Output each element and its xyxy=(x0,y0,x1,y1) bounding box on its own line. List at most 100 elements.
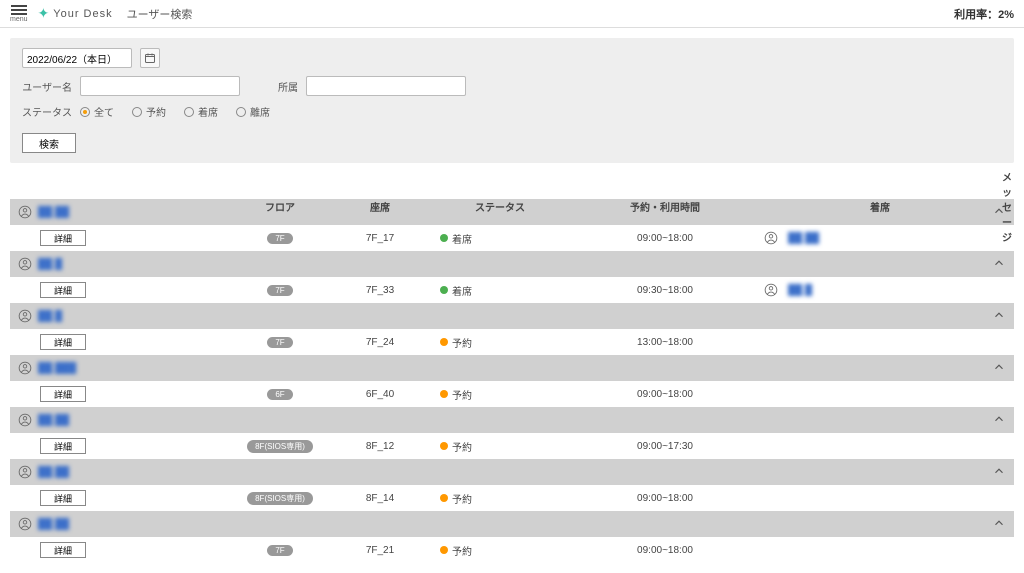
user-link[interactable]: ██ █ xyxy=(38,259,62,270)
table-row: 詳細 7F 7F_17着席09:00~18:00 ██ ██ xyxy=(10,225,1014,251)
detail-button[interactable]: 詳細 xyxy=(40,334,86,350)
user-group-row[interactable]: ██ ███ xyxy=(10,355,1014,381)
user-group-row[interactable]: ██ ██ xyxy=(10,407,1014,433)
floor-pill: 8F(SIOS専用) xyxy=(247,492,313,505)
floor-pill: 7F xyxy=(267,337,292,348)
status-value: 予約 xyxy=(430,491,570,506)
floor-pill: 6F xyxy=(267,389,292,400)
col-floor: フロア xyxy=(230,199,330,214)
calendar-button[interactable] xyxy=(140,48,160,68)
brand-text: Your Desk xyxy=(53,8,112,20)
dept-label: 所属 xyxy=(248,79,298,94)
chevron-up-icon[interactable] xyxy=(992,516,1006,533)
seated-value: ██ ██ xyxy=(760,231,1000,245)
status-value: 予約 xyxy=(430,335,570,350)
avatar-icon xyxy=(18,361,32,375)
user-name-input[interactable] xyxy=(80,76,240,96)
calendar-icon xyxy=(144,52,156,64)
status-value: 予約 xyxy=(430,439,570,454)
avatar-icon xyxy=(18,205,32,219)
chevron-up-icon[interactable] xyxy=(992,464,1006,481)
status-value: 予約 xyxy=(430,543,570,558)
time-value: 09:00~18:00 xyxy=(570,389,760,400)
user-link[interactable]: ██ █ xyxy=(38,311,62,322)
col-time: 予約・利用時間 xyxy=(570,199,760,214)
detail-button[interactable]: 詳細 xyxy=(40,230,86,246)
status-value: 着席 xyxy=(430,231,570,246)
dept-input[interactable] xyxy=(306,76,466,96)
user-link[interactable]: ██ ██ xyxy=(38,519,69,530)
status-value: 着席 xyxy=(430,283,570,298)
status-radio[interactable]: 着席 xyxy=(184,104,218,119)
chevron-up-icon[interactable] xyxy=(992,256,1006,273)
seat-value: 6F_40 xyxy=(330,389,430,400)
time-value: 09:00~17:30 xyxy=(570,441,760,452)
detail-button[interactable]: 詳細 xyxy=(40,490,86,506)
table-header: フロア 座席 ステータス 予約・利用時間 着席 メッセージ xyxy=(10,169,1014,199)
search-button[interactable]: 検索 xyxy=(22,133,76,153)
seat-value: 8F_12 xyxy=(330,441,430,452)
status-radio[interactable]: 離席 xyxy=(236,104,270,119)
table-row: 詳細 6F 6F_40予約09:00~18:00 xyxy=(10,381,1014,407)
logo-icon: ✦ xyxy=(38,5,50,22)
seated-value: ██ █ xyxy=(760,283,1000,297)
avatar-icon xyxy=(18,517,32,531)
floor-pill: 8F(SIOS専用) xyxy=(247,440,313,453)
avatar-icon xyxy=(18,257,32,271)
avatar-icon xyxy=(764,231,778,245)
seat-value: 7F_17 xyxy=(330,233,430,244)
results-table: フロア 座席 ステータス 予約・利用時間 着席 メッセージ ██ ██ 詳細 7F 7… xyxy=(10,169,1014,563)
chevron-up-icon[interactable] xyxy=(992,204,1006,221)
detail-button[interactable]: 詳細 xyxy=(40,282,86,298)
floor-pill: 7F xyxy=(267,233,292,244)
seat-value: 7F_33 xyxy=(330,285,430,296)
user-link[interactable]: ██ ██ xyxy=(38,415,69,426)
detail-button[interactable]: 詳細 xyxy=(40,386,86,402)
seated-user-link[interactable]: ██ ██ xyxy=(788,233,819,244)
date-input[interactable] xyxy=(22,48,132,68)
user-group-row[interactable]: ██ █ xyxy=(10,303,1014,329)
user-name-label: ユーザー名 xyxy=(22,79,72,94)
time-value: 09:00~18:00 xyxy=(570,233,760,244)
chevron-up-icon[interactable] xyxy=(992,412,1006,429)
user-link[interactable]: ██ ██ xyxy=(38,467,69,478)
page-title: ユーザー検索 xyxy=(127,6,193,22)
filter-panel: ユーザー名 所属 ステータス 全て 予約 着席 離席 検索 xyxy=(10,38,1014,163)
menu-icon[interactable]: menu xyxy=(10,4,28,23)
user-group-row[interactable]: ██ █ xyxy=(10,251,1014,277)
table-row: 詳細8F(SIOS専用)8F_14予約09:00~18:00 xyxy=(10,485,1014,511)
status-filter-label: ステータス xyxy=(22,104,72,119)
time-value: 13:00~18:00 xyxy=(570,337,760,348)
detail-button[interactable]: 詳細 xyxy=(40,542,86,558)
table-row: 詳細 7F 7F_33着席09:30~18:00 ██ █ xyxy=(10,277,1014,303)
status-radio[interactable]: 予約 xyxy=(132,104,166,119)
time-value: 09:00~18:00 xyxy=(570,493,760,504)
user-link[interactable]: ██ ██ xyxy=(38,207,69,218)
table-row: 詳細 7F 7F_24予約13:00~18:00 xyxy=(10,329,1014,355)
time-value: 09:30~18:00 xyxy=(570,285,760,296)
user-link[interactable]: ██ ███ xyxy=(38,363,76,374)
chevron-up-icon[interactable] xyxy=(992,360,1006,377)
chevron-up-icon[interactable] xyxy=(992,308,1006,325)
detail-button[interactable]: 詳細 xyxy=(40,438,86,454)
user-group-row[interactable]: ██ ██ xyxy=(10,459,1014,485)
seat-value: 7F_24 xyxy=(330,337,430,348)
avatar-icon xyxy=(18,465,32,479)
avatar-icon xyxy=(18,413,32,427)
table-row: 詳細 7F 7F_21予約09:00~18:00 xyxy=(10,537,1014,563)
seat-value: 7F_21 xyxy=(330,545,430,556)
col-seat: 座席 xyxy=(330,199,430,214)
status-value: 予約 xyxy=(430,387,570,402)
time-value: 09:00~18:00 xyxy=(570,545,760,556)
status-radio[interactable]: 全て xyxy=(80,104,114,119)
floor-pill: 7F xyxy=(267,545,292,556)
col-status: ステータス xyxy=(430,199,570,214)
avatar-icon xyxy=(764,283,778,297)
seated-user-link[interactable]: ██ █ xyxy=(788,285,812,296)
floor-pill: 7F xyxy=(267,285,292,296)
user-group-row[interactable]: ██ ██ xyxy=(10,511,1014,537)
top-bar: menu ✦ Your Desk ユーザー検索 利用率：2% xyxy=(0,0,1024,28)
table-row: 詳細 8F(SIOS専用) 8F_12予約09:00~17:30 xyxy=(10,433,1014,459)
avatar-icon xyxy=(18,309,32,323)
utilization-rate: 利用率：2% xyxy=(954,6,1014,22)
